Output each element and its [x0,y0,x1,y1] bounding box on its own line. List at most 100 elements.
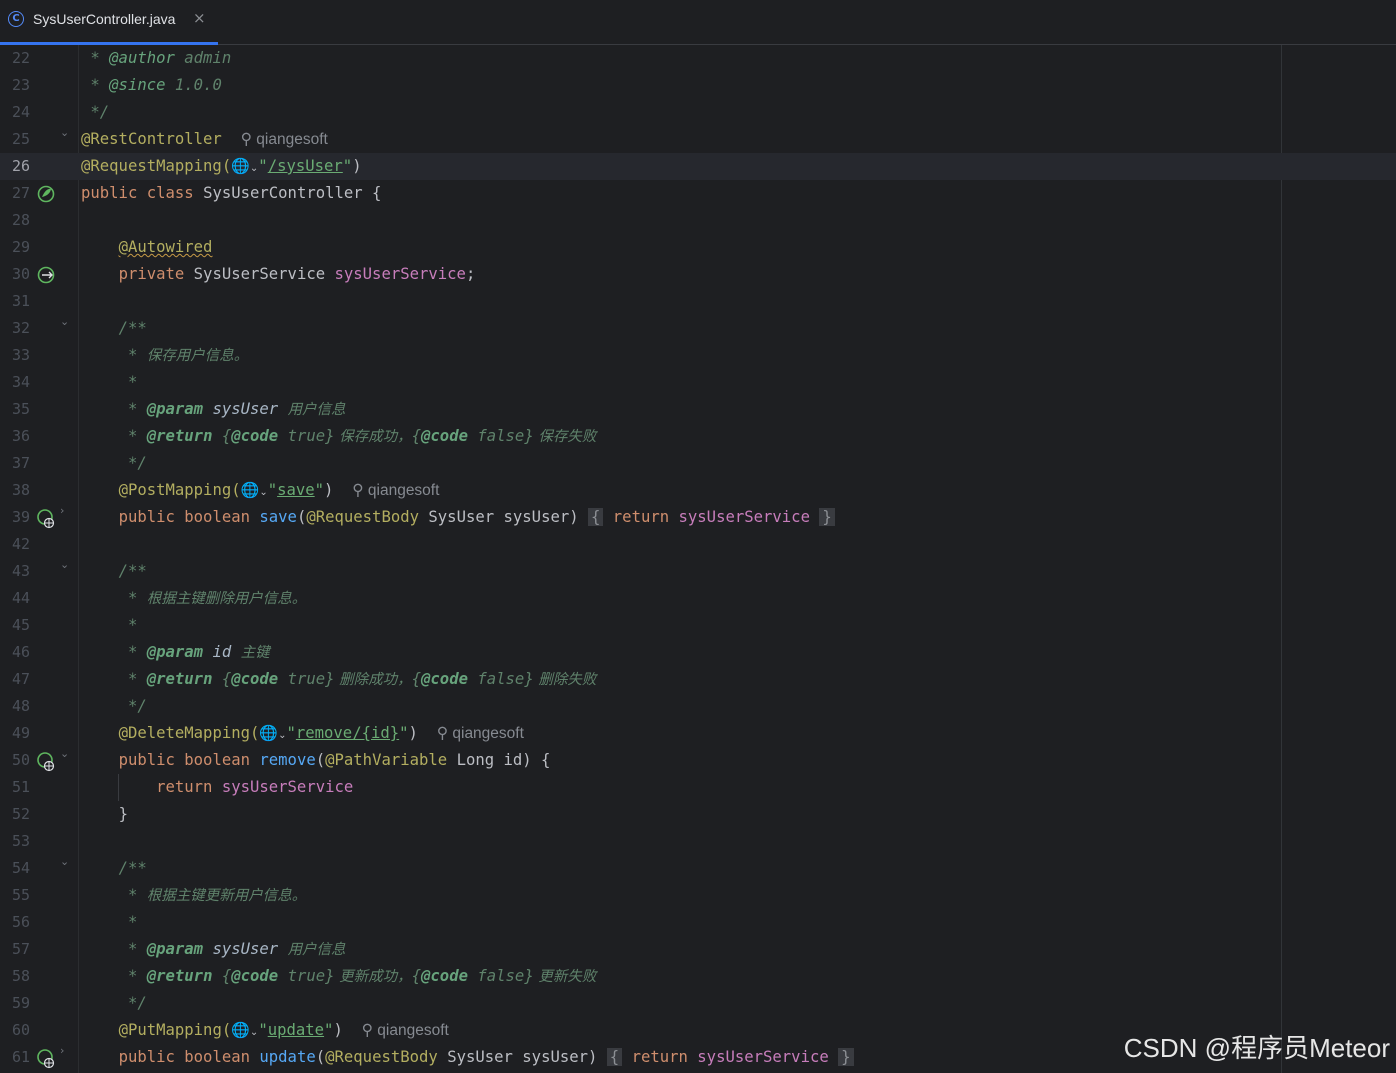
globe-icon[interactable]: 🌐 [231,153,250,180]
endpoint-link[interactable]: save [277,481,315,499]
java-class-icon: C [8,11,24,27]
code-text[interactable]: * [81,909,137,936]
line-number: 28 [11,211,30,229]
close-icon[interactable]: × [193,9,206,27]
fold-chevron-icon[interactable]: ⌄ [60,747,69,760]
code-line: 38 @PostMapping(🌐⌄"save") ⚲ qiangesoft [0,477,1396,504]
code-line: 42 [0,531,1396,558]
author-inlay-hint[interactable]: ⚲ qiangesoft [437,725,524,742]
endpoint-link[interactable]: /sysUser [268,157,343,175]
code-text[interactable]: @DeleteMapping(🌐⌄"remove/{id}") ⚲ qiange… [81,720,524,749]
endpoint-link[interactable]: remove/{id} [296,724,399,742]
fold-chevron-icon[interactable]: ⌄ [60,855,69,868]
code-line: 32 ⌄ /** [0,315,1396,342]
line-number: 51 [11,778,30,796]
code-text[interactable]: /** [81,558,147,585]
request-mapping-globe-icon[interactable] [37,509,57,529]
line-number: 24 [11,103,30,121]
code-line: 37 */ [0,450,1396,477]
chevron-right-icon[interactable]: › [60,504,64,517]
code-text[interactable]: private SysUserService sysUserService; [81,261,476,288]
code-text[interactable]: * 保存用户信息。 [81,342,248,370]
code-line: 50 ⌄ public boolean remove(@PathVariable… [0,747,1396,774]
ide-window: C SysUserController.java × 22 * @author … [0,0,1396,1073]
code-text[interactable]: public boolean update(@RequestBody SysUs… [81,1044,854,1071]
code-text[interactable]: /** [81,855,147,882]
code-text[interactable]: @PutMapping(🌐⌄"update") ⚲ qiangesoft [81,1017,449,1046]
code-line: 39 › public boolean save(@RequestBody Sy… [0,504,1396,531]
line-number: 29 [11,238,30,256]
line-number: 36 [11,427,30,445]
code-text[interactable]: @Autowired [81,234,213,261]
code-line: 53 [0,828,1396,855]
code-text[interactable]: return sysUserService [81,774,353,801]
code-line-current: 26 @RequestMapping(🌐⌄"/sysUser") [0,153,1396,180]
code-text[interactable]: public boolean remove(@PathVariable Long… [81,747,551,774]
code-text[interactable]: * @return {@code true} 保存成功，{@code false… [81,423,596,451]
line-number: 53 [11,832,30,850]
code-line: 49 @DeleteMapping(🌐⌄"remove/{id}") ⚲ qia… [0,720,1396,747]
code-text[interactable]: } [81,801,128,828]
fold-chevron-icon[interactable]: ⌄ [60,558,69,571]
request-mapping-globe-icon[interactable] [37,1049,57,1069]
author-inlay-hint[interactable]: ⚲ qiangesoft [352,482,439,499]
code-line: 29 @Autowired [0,234,1396,261]
code-text[interactable]: */ [81,99,109,126]
code-text[interactable]: * @param sysUser 用户信息 [81,936,346,964]
code-text[interactable]: */ [81,450,147,477]
code-text[interactable]: */ [81,990,147,1017]
line-number: 27 [11,184,30,202]
code-text[interactable]: public boolean save(@RequestBody SysUser… [81,504,835,531]
line-number: 56 [11,913,30,931]
code-text[interactable]: @RestController ⚲ qiangesoft [81,126,328,153]
request-mapping-globe-icon[interactable] [37,752,57,772]
spring-bean-icon[interactable] [37,185,57,203]
code-text[interactable]: * @param id 主键 [81,639,270,667]
code-text[interactable]: */ [81,693,147,720]
code-line: 23 * @since 1.0.0 [0,72,1396,99]
code-text[interactable]: * @author admin [81,45,231,72]
code-line: 52 } [0,801,1396,828]
code-text[interactable]: * @since 1.0.0 [81,72,221,99]
folded-block[interactable]: } [819,508,835,526]
globe-icon[interactable]: 🌐 [259,720,278,747]
code-text[interactable]: * @param sysUser 用户信息 [81,396,346,424]
line-number: 48 [11,697,30,715]
fold-chevron-icon[interactable]: ⌄ [60,126,69,139]
line-number: 55 [11,886,30,904]
line-number: 50 [11,751,30,769]
chevron-right-icon[interactable]: › [60,1044,64,1057]
code-text[interactable]: * @return {@code true} 删除成功，{@code false… [81,666,596,694]
code-line: 30 private SysUserService sysUserService… [0,261,1396,288]
fold-chevron-icon[interactable]: ⌄ [60,315,69,328]
tab-sysusercontroller[interactable]: C SysUserController.java × [0,0,218,45]
code-line: 31 [0,288,1396,315]
author-inlay-hint[interactable]: ⚲ qiangesoft [362,1022,449,1039]
folded-block[interactable]: { [606,1048,623,1066]
code-text[interactable]: * @return {@code true} 更新成功，{@code false… [81,963,596,991]
code-text[interactable]: public class SysUserController { [81,180,381,207]
code-text[interactable]: @RequestMapping(🌐⌄"/sysUser") [81,153,362,182]
line-number: 25 [11,130,30,148]
tab-title: SysUserController.java [33,11,176,27]
line-number: 22 [11,49,30,67]
autowired-navigate-icon[interactable] [37,266,57,284]
code-text[interactable]: /** [81,315,147,342]
line-number: 32 [11,319,30,337]
code-line: 46 * @param id 主键 [0,639,1396,666]
folded-block[interactable]: } [838,1048,854,1066]
code-text[interactable]: * [81,612,137,639]
chevron-down-icon[interactable]: ⌄ [259,487,267,498]
code-text[interactable]: * [81,369,137,396]
author-inlay-hint[interactable]: ⚲ qiangesoft [241,131,328,148]
code-text[interactable]: * 根据主键删除用户信息。 [81,585,306,613]
endpoint-link[interactable]: update [268,1021,324,1039]
person-icon: ⚲ [436,725,453,742]
globe-icon[interactable]: 🌐 [231,1017,250,1044]
code-editor[interactable]: 22 * @author admin 23 * @since 1.0.0 24 … [0,45,1396,1073]
globe-icon[interactable]: 🌐 [241,477,260,504]
folded-block[interactable]: { [588,508,604,526]
code-text[interactable]: * 根据主键更新用户信息。 [81,882,306,910]
line-number: 23 [11,76,30,94]
code-text[interactable]: @PostMapping(🌐⌄"save") ⚲ qiangesoft [81,477,440,506]
